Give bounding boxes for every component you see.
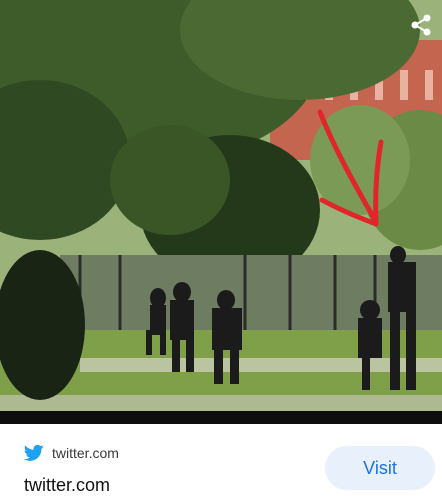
card-title[interactable]: twitter.com [24,475,110,496]
source-domain[interactable]: twitter.com [52,445,119,461]
media-image [0,0,442,424]
visit-button[interactable]: Visit [325,446,435,490]
media-thumbnail[interactable] [0,0,442,424]
share-icon[interactable] [408,12,434,38]
source-row: twitter.com [24,443,119,463]
twitter-bird-icon [24,444,44,461]
